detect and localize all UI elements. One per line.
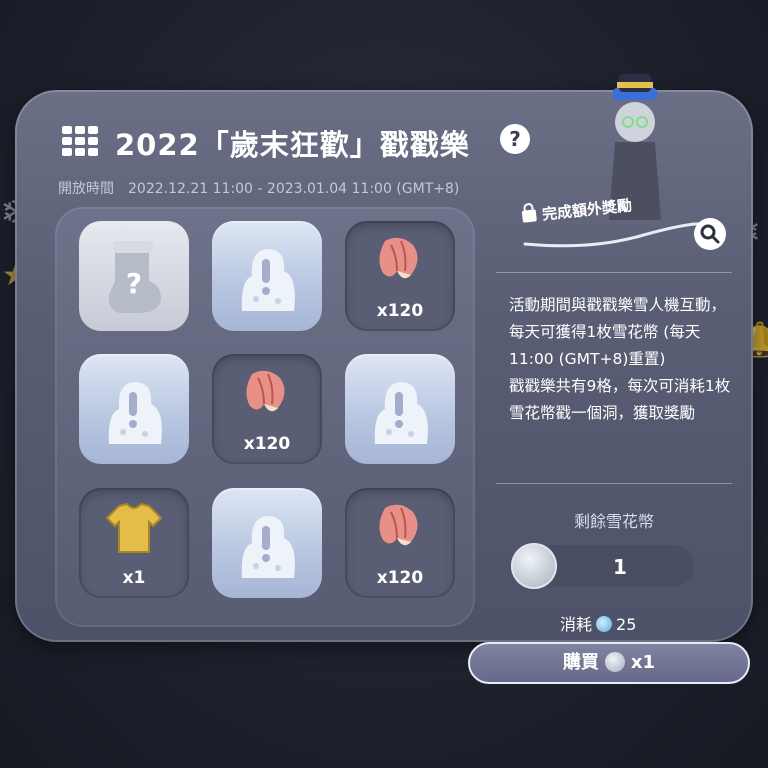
grid-menu-icon[interactable] — [62, 126, 98, 156]
cell-quantity: x120 — [376, 568, 424, 588]
cell-quantity: x120 — [243, 434, 291, 454]
period-value: 2022.12.21 11:00 - 2023.01.04 11:00 (GMT… — [128, 181, 460, 197]
event-description: 活動期間與戳戳樂雪人機互動，每天可獲得1枚雪花幣 (每天11:00 (GMT+8… — [509, 292, 731, 467]
buy-qty: x1 — [630, 652, 656, 673]
board-cell[interactable] — [212, 488, 322, 598]
board-cell[interactable] — [79, 354, 189, 464]
svg-text:?: ? — [126, 267, 142, 300]
divider — [496, 483, 732, 484]
board-cell[interactable]: x120 — [345, 221, 455, 331]
divider — [496, 272, 732, 273]
board-cell[interactable]: x1 — [79, 488, 189, 598]
period-label: 開放時間 — [58, 181, 114, 197]
snowflake-coin-icon — [604, 652, 625, 672]
help-icon[interactable]: ? — [500, 124, 530, 154]
description-paragraph: 活動期間與戳戳樂雪人機互動，每天可獲得1枚雪花幣 (每天11:00 (GMT+8… — [509, 296, 727, 368]
buy-label: 購買 — [562, 652, 599, 673]
board-cell[interactable]: x120 — [345, 488, 455, 598]
board-cell[interactable] — [345, 354, 455, 464]
remaining-count: 1 — [613, 555, 627, 579]
cost-label: 消耗 — [560, 615, 593, 634]
description-paragraph: 戳戳樂共有9格，每次可消耗1枚雪花幣戳一個洞，獲取獎勵 — [509, 377, 731, 422]
candle-gem-icon — [596, 616, 613, 632]
page-title: 2022「歲末狂歡」戳戳樂 — [115, 128, 470, 162]
cost-value: 25 — [616, 615, 637, 634]
swoosh-decoration — [523, 222, 707, 248]
cell-quantity: x120 — [376, 301, 424, 321]
board-cell[interactable]: x120 — [212, 354, 322, 464]
buy-button[interactable]: 購買 x1 — [468, 642, 750, 684]
board-cell[interactable] — [212, 221, 322, 331]
poke-board: ? x120 x120 x1 x120 — [55, 207, 475, 627]
board-cell[interactable]: ? — [79, 221, 189, 331]
cost-row: 消耗 25 — [560, 611, 636, 635]
lock-icon — [521, 209, 537, 223]
remaining-label: 剩餘雪花幣 — [573, 512, 654, 531]
event-period: 開放時間 2022.12.21 11:00 - 2023.01.04 11:00 … — [58, 178, 459, 198]
cell-quantity: x1 — [122, 568, 146, 588]
magnify-icon[interactable] — [694, 218, 726, 250]
